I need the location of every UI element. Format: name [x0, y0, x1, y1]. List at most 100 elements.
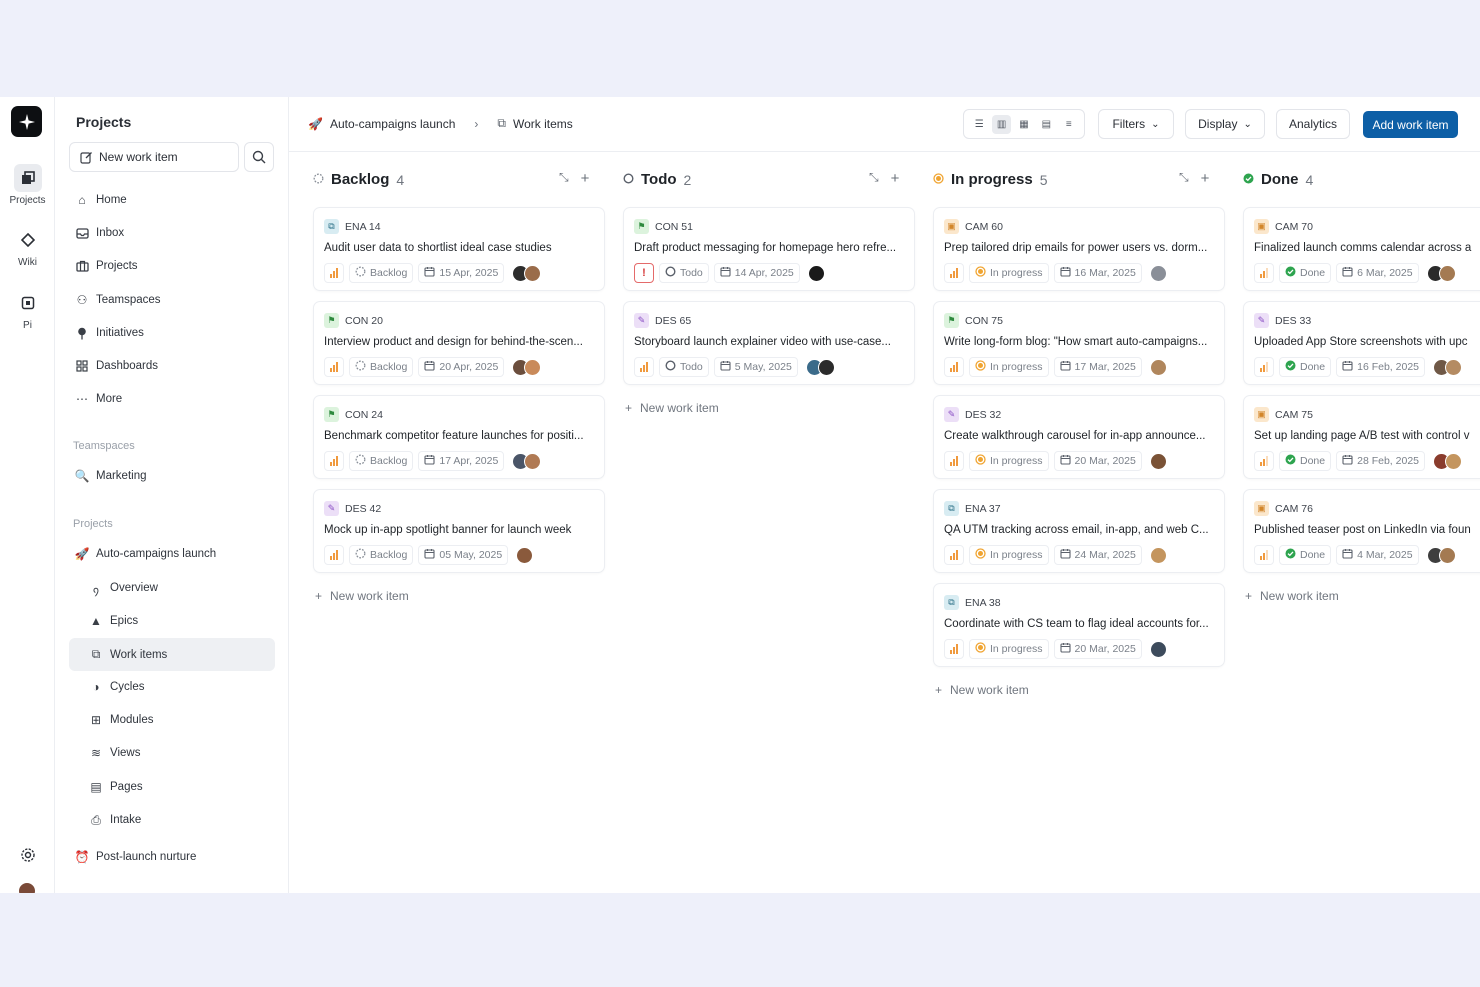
assignees[interactable] [1149, 546, 1167, 564]
urgent-priority-icon[interactable]: ! [634, 263, 654, 283]
due-date-chip[interactable]: 16 Mar, 2025 [1053, 263, 1142, 283]
project-modules[interactable]: ⊞ Modules [83, 706, 275, 734]
collapse-icon[interactable]: ⤡ [1179, 170, 1189, 187]
rail-wiki[interactable]: Wiki [0, 226, 55, 268]
card-title[interactable]: Write long-form blog: "How smart auto-ca… [944, 336, 1216, 348]
rail-pi[interactable]: Pi [0, 289, 55, 331]
status-chip[interactable]: Done [1279, 357, 1332, 377]
priority-icon[interactable] [1254, 451, 1274, 471]
due-date-chip[interactable]: 14 Apr, 2025 [713, 263, 800, 283]
work-item-card[interactable]: ✎ DES 33 Uploaded App Store screenshots wi… [1243, 301, 1480, 385]
assignees[interactable] [805, 358, 835, 376]
nav-inbox[interactable]: Inbox [69, 219, 275, 247]
card-title[interactable]: Prep tailored drip emails for power user… [944, 242, 1216, 254]
new-work-item-link[interactable]: + New work item [625, 401, 719, 415]
work-item-card[interactable]: ▣ CAM 70 Finalized launch comms calendar a… [1243, 207, 1480, 291]
status-chip[interactable]: Todo [659, 263, 709, 283]
user-avatar[interactable] [19, 883, 35, 893]
assignees[interactable] [512, 358, 542, 376]
priority-icon[interactable] [1254, 263, 1274, 283]
rail-settings[interactable] [0, 841, 55, 872]
assignees[interactable] [1426, 264, 1456, 282]
work-item-card[interactable]: ⧉ ENA 38 Coordinate with CS team to flag i… [933, 583, 1225, 667]
new-work-item-button[interactable]: New work item [69, 142, 239, 172]
work-item-card[interactable]: ⚑ CON 24 Benchmark competitor feature laun… [313, 395, 605, 479]
priority-icon[interactable] [1254, 357, 1274, 377]
project-pages[interactable]: ▤ Pages [83, 773, 275, 801]
assignees[interactable] [807, 264, 825, 282]
project-overview[interactable]: ᠀ Overview [83, 574, 275, 602]
assignees[interactable] [1149, 452, 1167, 470]
due-date-chip[interactable]: 20 Mar, 2025 [1053, 451, 1142, 471]
nav-initiatives[interactable]: Initiatives [69, 319, 275, 347]
project-post-launch-nurture[interactable]: ⏰ Post-launch nurture [69, 843, 275, 871]
status-chip[interactable]: Done [1279, 451, 1332, 471]
due-date-chip[interactable]: 5 May, 2025 [713, 357, 798, 377]
assignees[interactable] [512, 452, 542, 470]
card-title[interactable]: Create walkthrough carousel for in-app a… [944, 430, 1216, 442]
status-chip[interactable]: Todo [659, 357, 709, 377]
status-chip[interactable]: In progress [969, 357, 1049, 377]
calendar-layout-icon[interactable]: ▦ [1014, 115, 1033, 134]
work-item-card[interactable]: ⧉ ENA 37 QA UTM tracking across email, in-… [933, 489, 1225, 573]
nav-teamspaces[interactable]: ⚇ Teamspaces [69, 286, 275, 314]
work-item-card[interactable]: ▣ CAM 75 Set up landing page A/B test with… [1243, 395, 1480, 479]
due-date-chip[interactable]: 16 Feb, 2025 [1336, 357, 1425, 377]
project-auto-campaigns[interactable]: 🚀 Auto-campaigns launch [69, 540, 275, 568]
priority-icon[interactable] [944, 357, 964, 377]
project-epics[interactable]: ▲ Epics [83, 607, 275, 635]
card-title[interactable]: Benchmark competitor feature launches fo… [324, 430, 596, 442]
due-date-chip[interactable]: 28 Feb, 2025 [1336, 451, 1425, 471]
add-work-item-button[interactable]: Add work item [1363, 111, 1458, 138]
nav-more[interactable]: ⋯ More [69, 385, 275, 413]
priority-icon[interactable] [944, 263, 964, 283]
breadcrumb-page[interactable]: Work items [513, 117, 573, 131]
teamspace-marketing[interactable]: 🔍 Marketing [69, 462, 275, 490]
status-chip[interactable]: Backlog [349, 451, 414, 471]
collapse-icon[interactable]: ⤡ [869, 170, 879, 187]
card-title[interactable]: Uploaded App Store screenshots with upc [1254, 336, 1480, 348]
due-date-chip[interactable]: 20 Apr, 2025 [418, 357, 505, 377]
new-work-item-link[interactable]: + New work item [935, 683, 1029, 697]
priority-icon[interactable] [324, 545, 344, 565]
priority-icon[interactable] [324, 263, 344, 283]
project-views[interactable]: ≋ Views [83, 739, 275, 767]
assignees[interactable] [1426, 546, 1456, 564]
priority-icon[interactable] [324, 451, 344, 471]
card-title[interactable]: Published teaser post on LinkedIn via fo… [1254, 524, 1480, 536]
breadcrumb-project[interactable]: Auto-campaigns launch [330, 117, 455, 131]
priority-icon[interactable] [634, 357, 654, 377]
nav-home[interactable]: ⌂ Home [69, 186, 275, 214]
new-work-item-link[interactable]: + New work item [1245, 589, 1339, 603]
search-button[interactable] [244, 142, 274, 172]
nav-projects[interactable]: Projects [69, 252, 275, 280]
assignees[interactable] [1433, 358, 1462, 376]
card-title[interactable]: Interview product and design for behind-… [324, 336, 596, 348]
work-item-card[interactable]: ✎ DES 65 Storyboard launch explainer video… [623, 301, 915, 385]
due-date-chip[interactable]: 17 Apr, 2025 [418, 451, 505, 471]
work-item-card[interactable]: ✎ DES 42 Mock up in-app spotlight banner f… [313, 489, 605, 573]
new-work-item-link[interactable]: + New work item [315, 589, 409, 603]
due-date-chip[interactable]: 24 Mar, 2025 [1053, 545, 1142, 565]
card-title[interactable]: Mock up in-app spotlight banner for laun… [324, 524, 596, 536]
due-date-chip[interactable]: 05 May, 2025 [418, 545, 509, 565]
card-title[interactable]: Draft product messaging for homepage her… [634, 242, 906, 254]
due-date-chip[interactable]: 20 Mar, 2025 [1053, 639, 1142, 659]
status-chip[interactable]: In progress [969, 545, 1049, 565]
work-item-card[interactable]: ▣ CAM 60 Prep tailored drip emails for pow… [933, 207, 1225, 291]
work-item-card[interactable]: ✎ DES 32 Create walkthrough carousel for i… [933, 395, 1225, 479]
due-date-chip[interactable]: 17 Mar, 2025 [1053, 357, 1142, 377]
priority-icon[interactable] [324, 357, 344, 377]
collapse-icon[interactable]: ⤡ [559, 170, 569, 187]
status-chip[interactable]: In progress [969, 263, 1049, 283]
work-item-card[interactable]: ⚑ CON 20 Interview product and design for … [313, 301, 605, 385]
card-title[interactable]: QA UTM tracking across email, in-app, an… [944, 524, 1216, 536]
board-layout-icon[interactable]: ▥ [992, 114, 1012, 134]
card-title[interactable]: Storyboard launch explainer video with u… [634, 336, 906, 348]
display-button[interactable]: Display ⌄ [1185, 109, 1265, 139]
priority-icon[interactable] [1254, 545, 1274, 565]
project-intake[interactable]: ⎙ Intake [83, 806, 275, 834]
due-date-chip[interactable]: 6 Mar, 2025 [1336, 263, 1419, 283]
due-date-chip[interactable]: 4 Mar, 2025 [1336, 545, 1419, 565]
status-chip[interactable]: Done [1279, 263, 1332, 283]
